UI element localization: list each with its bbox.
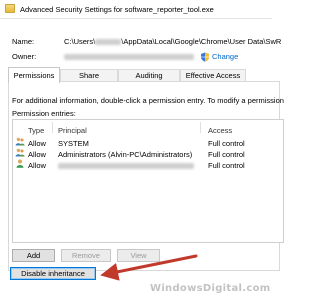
red-arrow-annotation — [100, 254, 198, 281]
watermark: WindowsDigital.com — [150, 283, 271, 294]
tab-permissions[interactable]: Permissions — [8, 67, 60, 83]
